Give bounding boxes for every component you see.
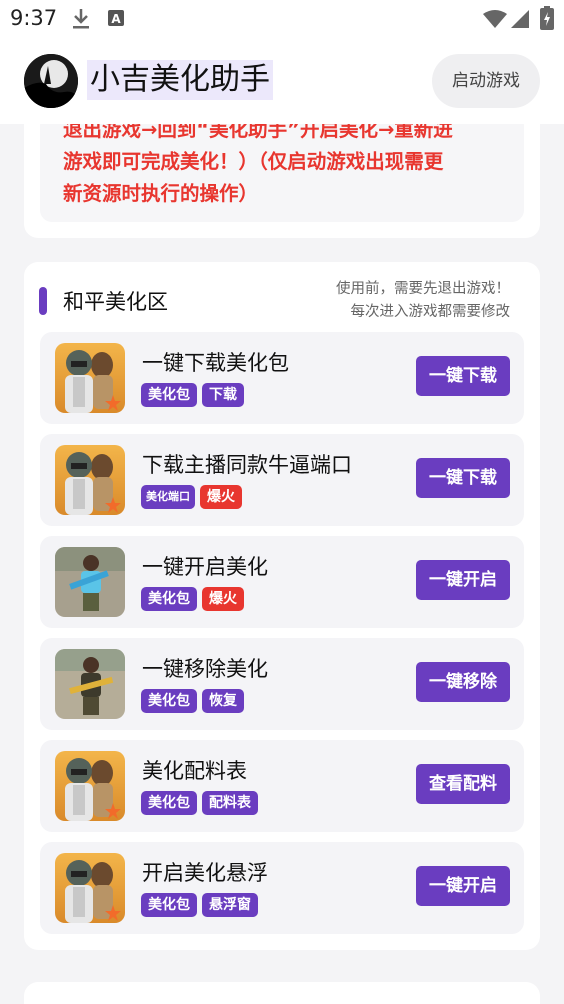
feature-thumbnail xyxy=(55,751,125,821)
feature-tag: 美化包 xyxy=(141,689,197,713)
feature-item: 开启美化悬浮 美化包 悬浮窗 一键开启 xyxy=(40,842,524,934)
download-icon xyxy=(73,9,89,29)
status-time: 9:37 xyxy=(10,6,58,30)
notice-line: 退出游戏→回到“美化助手”开启美化→重新进 xyxy=(63,124,453,141)
signal-icon xyxy=(511,10,529,28)
feature-action-button[interactable]: 一键下载 xyxy=(416,356,510,396)
feature-tag: 恢复 xyxy=(202,689,244,713)
feature-title: 美化配料表 xyxy=(142,759,247,783)
notice-line: 新资源时执行的操作） xyxy=(63,182,259,205)
next-section-card xyxy=(24,982,540,1004)
start-game-button[interactable]: 启动游戏 xyxy=(432,54,540,108)
feature-tag: 美化包 xyxy=(141,893,197,917)
feature-item: 美化配料表美化包 配料表 查看配料 xyxy=(40,740,524,832)
notice-line: 游戏即可完成美化！）（仅启动游戏出现需更 xyxy=(63,150,444,173)
feature-tags: 美化包 下载 xyxy=(141,383,244,407)
feature-thumbnail xyxy=(55,853,125,923)
feature-thumbnail xyxy=(55,547,125,617)
feature-item: 一键开启美化 美化包 爆火 一键开启 xyxy=(40,536,524,628)
section-accent-bar xyxy=(39,287,47,315)
feature-item: 下载主播同款牛逼端口 美化端口 爆火 一键下载 xyxy=(40,434,524,526)
feature-tags: 美化包 爆火 xyxy=(141,587,244,611)
feature-tag: 爆火 xyxy=(200,485,242,509)
feature-title: 一键下载美化包 xyxy=(142,351,289,375)
feature-tag: 配料表 xyxy=(202,791,258,815)
feature-tag: 美化包 xyxy=(141,791,197,815)
feature-action-button[interactable]: 一键下载 xyxy=(416,458,510,498)
status-bar: 9:37 A xyxy=(0,0,564,38)
feature-item: 一键下载美化包 美化包 下载 一键下载 xyxy=(40,332,524,424)
feature-action-button[interactable]: 一键开启 xyxy=(416,560,510,600)
feature-tag: 美化包 xyxy=(141,383,197,407)
feature-tag: 爆火 xyxy=(202,587,244,611)
app-title: 小吉美化助手 xyxy=(87,60,273,100)
feature-thumbnail xyxy=(55,445,125,515)
feature-tags: 美化包 恢复 xyxy=(141,689,244,713)
notice-box: 退出游戏→回到“美化助手”开启美化→重新进 游戏即可完成美化！）（仅启动游戏出现… xyxy=(40,124,524,222)
font-a-icon: A xyxy=(108,10,124,26)
section-note-line: 每次进入游戏都需要修改 xyxy=(350,304,511,320)
feature-item: 一键移除美化 美化包 恢复 一键移除 xyxy=(40,638,524,730)
battery-icon xyxy=(540,6,554,30)
wifi-icon xyxy=(483,10,507,28)
feature-title: 一键开启美化 xyxy=(142,555,268,579)
notice-text: 退出游戏→回到“美化助手”开启美化→重新进 游戏即可完成美化！）（仅启动游戏出现… xyxy=(63,124,513,210)
feature-tag: 美化包 xyxy=(141,587,197,611)
feature-tag: 悬浮窗 xyxy=(202,893,258,917)
feature-tags: 美化端口 爆火 xyxy=(141,485,242,509)
feature-thumbnail xyxy=(55,343,125,413)
section-note: 使用前，需要先退出游戏！ 每次进入游戏都需要修改 xyxy=(336,278,510,324)
feature-action-button[interactable]: 一键移除 xyxy=(416,662,510,702)
feature-action-button[interactable]: 查看配料 xyxy=(416,764,510,804)
feature-tag: 下载 xyxy=(202,383,244,407)
feature-thumbnail xyxy=(55,649,125,719)
feature-tags: 美化包 悬浮窗 xyxy=(141,893,258,917)
peace-beautify-section: 和平美化区 使用前，需要先退出游戏！ 每次进入游戏都需要修改 一键下载美化包 美化… xyxy=(24,262,540,950)
feature-tag: 美化端口 xyxy=(141,485,195,509)
section-title: 和平美化区 xyxy=(63,290,168,314)
section-note-line: 使用前，需要先退出游戏！ xyxy=(336,281,510,297)
notice-card: 退出游戏→回到“美化助手”开启美化→重新进 游戏即可完成美化！）（仅启动游戏出现… xyxy=(24,124,540,238)
feature-title: 一键移除美化 xyxy=(142,657,268,681)
feature-tags: 美化包 配料表 xyxy=(141,791,258,815)
app-avatar xyxy=(24,54,78,108)
app-header: 小吉美化助手 启动游戏 xyxy=(0,38,564,124)
svg-text:A: A xyxy=(111,12,121,26)
feature-action-button[interactable]: 一键开启 xyxy=(416,866,510,906)
feature-title: 开启美化悬浮 xyxy=(142,861,268,885)
feature-title: 下载主播同款牛逼端口 xyxy=(142,453,352,477)
